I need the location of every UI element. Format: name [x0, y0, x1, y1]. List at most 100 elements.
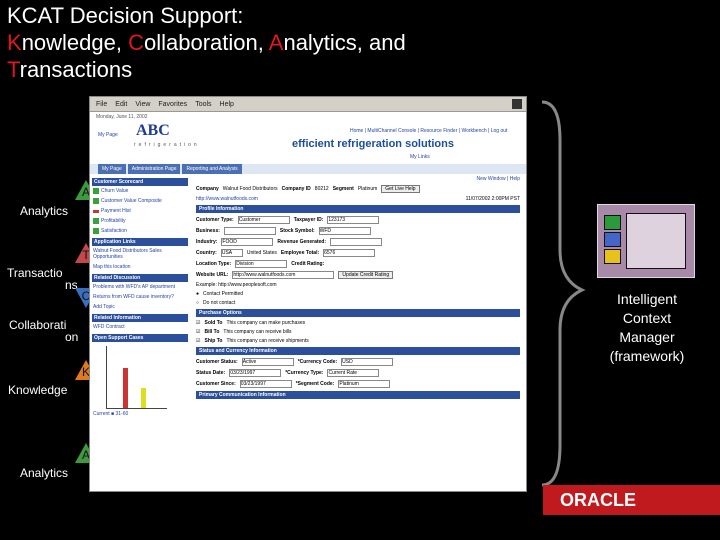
company-row: Company Walnut Food Distributors Company… — [196, 185, 520, 193]
field-label: Revenue Generated: — [277, 239, 327, 245]
item-label: Profitability — [101, 218, 126, 224]
title-collaboration: ollaboration, — [144, 30, 269, 55]
taxpayer-field[interactable]: 123173 — [327, 216, 380, 224]
menu-tools[interactable]: Tools — [195, 101, 211, 108]
stock-field[interactable]: WFD — [318, 227, 371, 235]
status-date-field[interactable]: 03/23/1997 — [229, 369, 282, 377]
status-select[interactable]: Active — [241, 358, 294, 366]
field-label: *Segment Code: — [295, 381, 335, 387]
green-square — [604, 215, 621, 230]
get-live-help-button[interactable]: Get Live Help — [381, 185, 420, 193]
tab-admin[interactable]: Administration Page — [127, 164, 181, 174]
segment-code-select[interactable]: Platinum — [338, 380, 391, 388]
field-label: Website URL: — [196, 272, 229, 278]
currency-type-select[interactable]: Current Rate — [327, 369, 380, 377]
status-row: Customer Status: Active *Currency Code: USD — [196, 358, 520, 366]
related-info-header: Related Information — [92, 314, 188, 322]
radio-label: Contact Permitted — [203, 291, 244, 297]
profile-row: Customer Type: Customer Taxpayer ID: 123173 — [196, 216, 520, 224]
discussion-header: Related Discussion — [92, 274, 188, 282]
slide-title: KCAT Decision Support: Knowledge, Collab… — [7, 2, 527, 83]
purchase-header: Purchase Options — [196, 309, 520, 317]
brace-icon — [541, 100, 586, 487]
discussion-item[interactable]: Add Topic — [92, 302, 188, 312]
field-label: Status Date: — [196, 370, 226, 376]
right-column: New Window | Help Company Walnut Food Di… — [190, 174, 526, 421]
country-text: United States — [246, 250, 277, 256]
check-label: Sold To — [204, 320, 223, 326]
title-k: K — [7, 30, 22, 55]
website-link[interactable]: http://www.walnutfoods.com — [196, 196, 258, 202]
ctx-line: Context — [622, 310, 672, 326]
browser-menubar: File Edit View Favorites Tools Help — [90, 97, 526, 112]
currency-field[interactable]: USD — [341, 358, 394, 366]
scorecard-item[interactable]: Customer Value Composite — [92, 196, 188, 206]
discussion-item[interactable]: Problems with WFD's AP department — [92, 282, 188, 292]
field-label: Industry: — [196, 239, 218, 245]
checkbox-ship-to[interactable]: ☑ Ship To This company can receive shipme… — [196, 338, 520, 344]
menu-favorites[interactable]: Favorites — [158, 101, 187, 108]
field-label: Location Type: — [196, 261, 232, 267]
title-line-2: Knowledge, Collaboration, Analytics, and — [7, 29, 527, 56]
app-link[interactable]: Walnut Food Distributors Sales Opportuni… — [92, 246, 188, 262]
checkbox-bill-to[interactable]: ☑ Bill To This company can receive bills — [196, 329, 520, 335]
field-label: Employee Total: — [280, 250, 320, 256]
title-t: T — [7, 57, 20, 82]
browser-logo-icon — [512, 99, 522, 109]
blue-square — [604, 232, 621, 247]
website-field[interactable]: http://www.walnutfoods.com — [232, 271, 335, 279]
field-label: Customer Since: — [196, 381, 236, 387]
support-cases-chart — [106, 346, 167, 409]
app-links-header: Application Links — [92, 238, 188, 246]
plus-icon — [93, 198, 99, 204]
business-field[interactable] — [223, 227, 276, 235]
yellow-square — [604, 249, 621, 264]
my-links[interactable]: My Links — [410, 154, 430, 160]
field-label: *Currency Code: — [297, 359, 338, 365]
scorecard-header: Customer Scorecard — [92, 178, 188, 186]
discussion-item[interactable]: Returns from WFD cause inventory? — [92, 292, 188, 302]
chart-bar — [123, 368, 128, 408]
field-label: Credit Rating: — [291, 261, 325, 267]
plus-icon — [93, 188, 99, 194]
field-label: Customer Type: — [196, 217, 234, 223]
profile-header: Profile Information — [196, 205, 520, 213]
title-c: C — [128, 30, 144, 55]
location-select[interactable]: Division — [235, 260, 288, 268]
menu-edit[interactable]: Edit — [115, 101, 127, 108]
industry-field[interactable]: FOOD — [221, 238, 274, 246]
check-label: Ship To — [204, 338, 223, 344]
date-text: Monday, June 11, 2002 — [96, 114, 148, 120]
chart-bar — [141, 388, 146, 408]
tagline: efficient refrigeration solutions — [292, 138, 454, 150]
menu-view[interactable]: View — [135, 101, 150, 108]
radio-contact[interactable]: ● Contact Permitted — [196, 291, 520, 297]
revenue-field[interactable] — [330, 238, 383, 246]
radio-no-contact[interactable]: ○ Do not contact — [196, 300, 520, 306]
menu-file[interactable]: File — [96, 101, 107, 108]
app-link[interactable]: Map this location — [92, 262, 188, 272]
tab-my-page[interactable]: My Page — [98, 164, 126, 174]
scorecard-item[interactable]: Payment Hist — [92, 206, 188, 216]
since-field[interactable]: 03/23/1997 — [239, 380, 292, 388]
new-window-help[interactable]: New Window | Help — [196, 176, 520, 182]
customer-type-select[interactable]: Customer — [237, 216, 290, 224]
check-label: Bill To — [204, 329, 220, 335]
update-credit-button[interactable]: Update Credit Rating — [338, 271, 394, 279]
field-label: Business: — [196, 228, 220, 234]
profile-row: Website URL: http://www.walnutfoods.com Up… — [196, 271, 520, 279]
scorecard-item[interactable]: Profitability — [92, 216, 188, 226]
menu-help[interactable]: Help — [220, 101, 234, 108]
checkbox-sold-to[interactable]: ☑ Sold To This company can make purchases — [196, 320, 520, 326]
country-field[interactable]: USA — [220, 249, 243, 257]
radio-label: Do not contact — [203, 300, 236, 306]
related-info-item[interactable]: WFD Contract — [92, 322, 188, 332]
my-page-link[interactable]: My Page — [98, 132, 118, 138]
employee-field[interactable]: 6576 — [323, 249, 376, 257]
scorecard-item[interactable]: Churn Value — [92, 186, 188, 196]
company-id-label: Company ID — [281, 186, 311, 192]
plus-icon — [93, 228, 99, 234]
top-links[interactable]: Home | MultiChannel Console | Resource F… — [350, 128, 507, 134]
tab-reporting[interactable]: Reporting and Analysis — [182, 164, 242, 174]
scorecard-item[interactable]: Satisfaction — [92, 226, 188, 236]
